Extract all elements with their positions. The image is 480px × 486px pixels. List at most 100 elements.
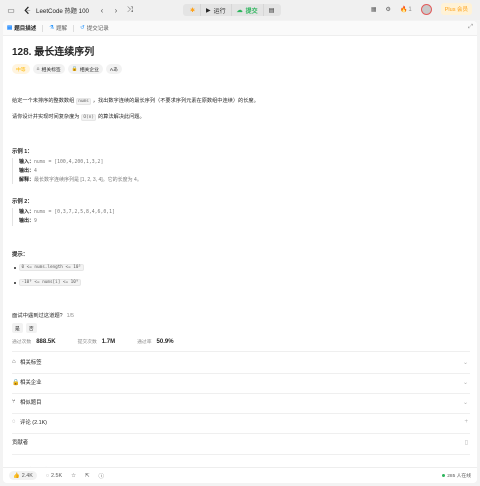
like-button[interactable]: 👍 2.4K <box>9 471 37 480</box>
section-label: 相关标签 <box>20 360 42 366</box>
yes-button[interactable]: 是 <box>12 323 23 333</box>
lock-icon: 🔒 <box>12 379 20 386</box>
plus-button[interactable]: Plus 会员 <box>440 3 472 15</box>
problem-list-title[interactable]: LeetCode 热题 100 <box>36 6 89 15</box>
desc-text: 的算法解决此问题。 <box>97 114 145 120</box>
accepted-value: 888.5K <box>36 339 56 345</box>
chevron-left-icon[interactable]: ‹ <box>97 5 107 15</box>
leetcode-logo[interactable] <box>22 5 32 15</box>
chevron-right-icon[interactable]: › <box>111 5 121 15</box>
shuffle-icon[interactable]: ⤨ <box>125 5 135 15</box>
section-similar-questions[interactable]: ⑂ 相似题目 ⌄ <box>12 396 470 408</box>
description-line-1: 给定一个未排序的整数数组 nums ，找出数字连续的最长序列（不要求序列元素在原… <box>12 97 259 105</box>
description-line-2: 请你设计并实现时间复杂度为 O(n) 的算法解决此问题。 <box>12 113 145 121</box>
fire-count: 1 <box>408 6 412 13</box>
section-related-tags[interactable]: ⌂ 相关标签 ⌄ <box>12 356 470 368</box>
section-label: 评论 (2.1K) <box>20 420 47 426</box>
related-tags-label: 相关标签 <box>41 67 61 73</box>
constraint-item: 0 <= nums.length <= 10⁵ <box>14 264 84 271</box>
bottom-bar: 👍 2.4K ◌ 2.5K ☆ ⇱ ⓘ 285 人在线 <box>3 467 477 483</box>
no-button[interactable]: 否 <box>25 323 37 333</box>
history-icon: ↺ <box>80 25 85 31</box>
settings-icon[interactable]: ⚙ <box>386 6 391 13</box>
thumbs-up-icon: 👍 <box>13 472 20 479</box>
input-label: 输入： <box>19 209 35 215</box>
streak-counter[interactable]: 🔥1 <box>400 6 412 13</box>
font-toggle-button[interactable]: Aあ <box>105 64 122 74</box>
play-icon: ▶ <box>206 7 211 14</box>
divider <box>12 433 470 434</box>
divider <box>12 454 470 455</box>
tab-solutions[interactable]: ⚗ 题解 <box>49 24 67 32</box>
tab-description[interactable]: ▤ 题目描述 <box>7 24 36 32</box>
problem-stats: 通过次数 888.5K 提交次数 1.7M 通过率 50.9% <box>12 338 196 345</box>
related-companies-button[interactable]: 🔒 相关企业 <box>67 64 103 74</box>
grid-icon[interactable]: ▦ <box>371 6 377 13</box>
divider <box>12 413 470 414</box>
right-tools: ▦ ⚙ 🔥1 Plus 会员 <box>371 3 472 15</box>
debug-button[interactable]: ✱ <box>185 4 202 16</box>
tab-divider <box>73 24 75 32</box>
rate-value: 50.9% <box>156 339 174 345</box>
problem-tags: 中等 ⌂ 相关标签 🔒 相关企业 Aあ <box>12 64 122 74</box>
expand-icon[interactable]: ⤢ <box>468 24 473 31</box>
share-button[interactable]: ⇱ <box>85 473 90 479</box>
note-icon: ▤ <box>268 7 275 14</box>
layout-icon[interactable]: ▭ <box>6 5 16 15</box>
section-contributors[interactable]: 贡献者 ▯ <box>12 436 470 448</box>
panel-tabs: ▤ 题目描述 ⚗ 题解 ↺ 提交记录 ⤢ <box>3 21 477 36</box>
rate-label: 通过率 <box>137 340 152 345</box>
example-input: nums = [100,4,200,1,3,2] <box>34 160 104 165</box>
submissions-value: 1.7M <box>101 339 116 345</box>
example-output: 9 <box>34 219 37 224</box>
contributors-icon: ▯ <box>464 439 468 446</box>
favorite-button[interactable]: ☆ <box>71 473 76 479</box>
submit-button[interactable]: ☁ 提交 <box>232 4 264 16</box>
inline-code: nums <box>75 98 92 105</box>
section-label: 相关企业 <box>20 380 42 386</box>
example-1-block: 输入：nums = [100,4,200,1,3,2] 输出：4 解释：最长数字… <box>12 158 142 184</box>
chevron-down-icon: ⌄ <box>462 399 468 406</box>
avatar[interactable] <box>420 3 432 15</box>
constraint-code: -10⁹ <= nums[i] <= 10⁹ <box>19 279 81 286</box>
split-icon: ⑂ <box>12 399 16 405</box>
description-panel: ▤ 题目描述 ⚗ 题解 ↺ 提交记录 ⤢ 128. 最长连续序列 中等 ⌂ 相关标签 🔒… <box>3 21 477 483</box>
inline-code: O(n) <box>80 114 97 121</box>
constraint-code: 0 <= nums.length <= 10⁵ <box>19 264 84 271</box>
explain-label: 解释： <box>19 177 35 183</box>
tab-description-label: 题目描述 <box>14 26 37 32</box>
bug-icon: ✱ <box>190 7 196 14</box>
comment-icon: ◌ <box>12 419 16 425</box>
constraint-item: -10⁹ <= nums[i] <= 10⁹ <box>14 279 81 286</box>
online-dot <box>442 474 446 477</box>
comment-count: 2.5K <box>51 472 63 479</box>
help-button[interactable]: ⓘ <box>99 472 104 480</box>
section-label: 相似题目 <box>20 400 42 406</box>
example-2-block: 输入：nums = [0,3,7,2,5,8,4,6,0,1] 输出：9 <box>12 208 115 226</box>
section-label: 贡献者 <box>12 440 29 446</box>
related-tags-button[interactable]: ⌂ 相关标签 <box>32 64 65 74</box>
input-label: 输入： <box>19 159 35 165</box>
section-comments[interactable]: ◌ 评论 (2.1K) + <box>12 416 470 428</box>
section-related-companies[interactable]: 🔒 相关企业 ⌄ <box>12 376 470 388</box>
run-button[interactable]: ▶ 运行 <box>201 4 232 16</box>
tag-icon: ⌂ <box>36 66 40 72</box>
help-icon: ⓘ <box>98 473 104 480</box>
desc-text: ，找出数字连续的最长序列（不要求序列元素在原数组中连续）的长度。 <box>92 98 259 104</box>
online-count: 285 人在线 <box>442 472 471 479</box>
tab-submissions[interactable]: ↺ 提交记录 <box>80 24 109 32</box>
online-text: 285 人在线 <box>447 474 471 479</box>
plus-icon: + <box>464 419 468 425</box>
desc-text: 给定一个未排序的整数数组 <box>12 98 75 104</box>
related-companies-label: 相关企业 <box>79 67 99 73</box>
comments-button[interactable]: ◌ 2.5K <box>46 473 62 479</box>
tag-icon: ⌂ <box>12 359 16 365</box>
notes-button[interactable]: ▤ <box>264 4 280 16</box>
comment-icon: ◌ <box>45 472 50 479</box>
star-icon: ☆ <box>71 472 76 479</box>
doc-icon: ▤ <box>7 25 13 31</box>
like-count: 2.4K <box>21 472 33 479</box>
interview-answer: 是 否 <box>12 323 37 333</box>
run-label: 运行 <box>213 8 226 15</box>
chevron-down-icon: ⌄ <box>462 379 468 386</box>
